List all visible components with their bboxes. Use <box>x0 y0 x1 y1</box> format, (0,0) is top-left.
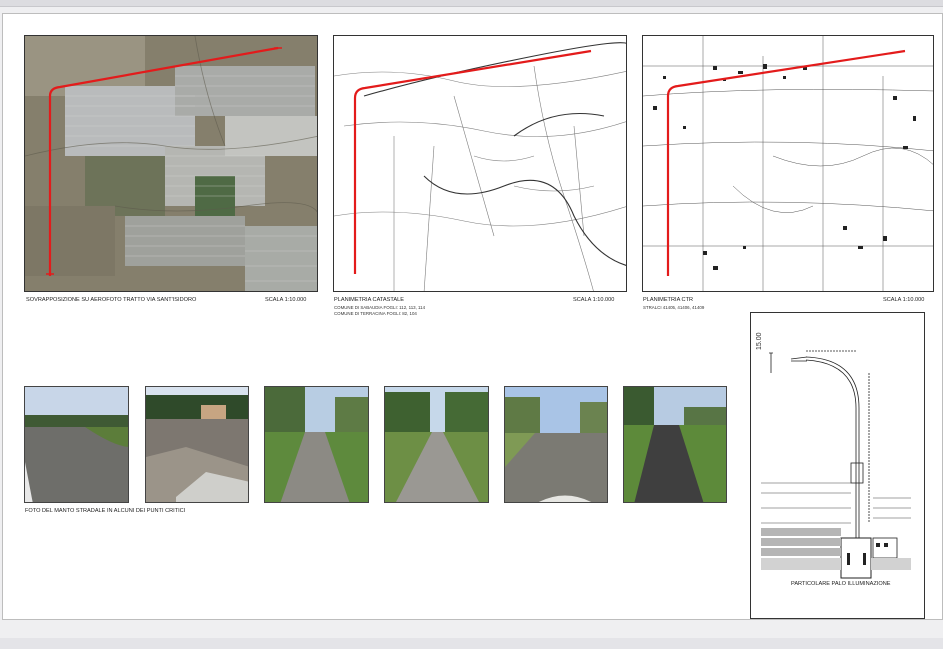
road-photo-3 <box>264 386 369 503</box>
detail-caption: PARTICOLARE PALO ILLUMINAZIONE <box>791 581 891 587</box>
lighting-pole-detail: 15.00 PARTICOLARE PALO ILLUMINAZIONE <box>750 312 925 619</box>
road-photo-1 <box>24 386 129 503</box>
road-photo-6 <box>623 386 727 503</box>
ctr-sheets: STRALCI 41405, 41406, 41409 <box>643 305 705 310</box>
road-photo-5 <box>504 386 608 503</box>
viewer-toolbar <box>0 0 943 7</box>
cadastral-sheets-terracina: COMUNE DI TERRACINA FOGLI: 82, 104 <box>334 311 417 316</box>
ctr-map <box>642 35 934 292</box>
ctr-caption: PLANIMETRIA CTR <box>643 297 694 303</box>
cadastral-map <box>333 35 627 292</box>
aerial-map <box>24 35 318 292</box>
aerial-caption: SOVRAPPOSIZIONE SU AEROFOTO TRATTO VIA S… <box>26 297 197 303</box>
aerial-scale: SCALA 1:10.000 <box>265 297 307 303</box>
road-photo-2 <box>145 386 249 503</box>
pole-height-label: 15.00 <box>756 332 763 350</box>
cadastral-scale: SCALA 1:10.000 <box>573 297 615 303</box>
road-photo-4 <box>384 386 489 503</box>
cadastral-caption: PLANIMETRIA CATASTALE <box>334 297 404 303</box>
viewer-statusbar <box>0 638 943 649</box>
cadastral-sheets-sabaudia: COMUNE DI SABAUDIA FOGLI: 112, 113, 114 <box>334 305 426 310</box>
photos-caption: FOTO DEL MANTO STRADALE IN ALCUNI DEI PU… <box>25 508 186 514</box>
ctr-scale: SCALA 1:10.000 <box>883 297 925 303</box>
